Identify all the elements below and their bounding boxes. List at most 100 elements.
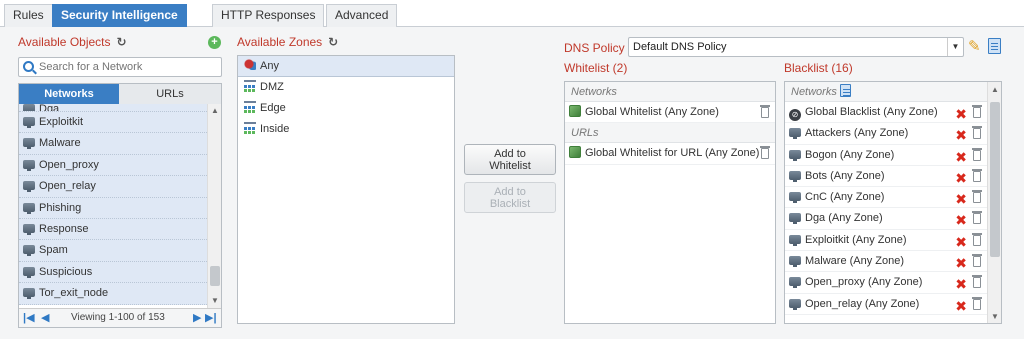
zone-item-inside[interactable]: Inside xyxy=(238,119,454,140)
network-icon xyxy=(23,266,35,278)
edit-pencil-icon[interactable]: ✎ xyxy=(968,37,984,55)
trash-icon[interactable] xyxy=(760,146,770,160)
network-icon xyxy=(789,128,801,140)
scroll-thumb[interactable] xyxy=(210,266,220,286)
refresh-icon[interactable]: ↻ xyxy=(117,35,127,49)
whitelist-urls-section: URLs xyxy=(565,123,775,144)
trash-icon[interactable] xyxy=(972,232,982,246)
zone-item-any[interactable]: Any xyxy=(238,56,454,77)
whitelist-shield-icon xyxy=(569,146,581,159)
whitelist-item[interactable]: Global Whitelist (Any Zone) xyxy=(565,102,775,124)
list-item[interactable]: Open_relay xyxy=(19,176,207,198)
remove-x-icon[interactable]: ✖ xyxy=(955,168,967,186)
blacklist-item[interactable]: Exploitkit (Any Zone) ✖ xyxy=(785,230,1001,252)
list-item[interactable]: Phishing xyxy=(19,197,207,219)
tab-rules[interactable]: Rules xyxy=(4,4,53,27)
view-policy-icon[interactable] xyxy=(988,38,1001,54)
list-item[interactable]: Suspicious xyxy=(19,261,207,284)
blacklist-item[interactable]: Open_relay (Any Zone) ✖ xyxy=(785,294,1001,315)
list-item[interactable]: Response xyxy=(19,218,207,241)
trash-icon[interactable] xyxy=(972,190,982,204)
tab-advanced[interactable]: Advanced xyxy=(326,4,398,27)
pager-text: Viewing 1-100 of 153 xyxy=(71,312,165,323)
trash-icon[interactable] xyxy=(972,105,982,118)
global-blacklist-icon: ⊘ xyxy=(789,109,801,121)
subtab-networks[interactable]: Networks xyxy=(19,84,119,104)
network-icon xyxy=(789,298,801,310)
networks-doc-icon[interactable] xyxy=(839,84,851,97)
list-item-label: Malware xyxy=(39,137,81,150)
first-page-icon[interactable]: |◀ xyxy=(23,311,35,324)
remove-x-icon[interactable]: ✖ xyxy=(955,104,967,122)
list-item[interactable]: Tor_exit_node xyxy=(19,283,207,305)
whitelist-url-item[interactable]: Global Whitelist for URL (Any Zone) xyxy=(565,143,775,165)
trash-icon[interactable] xyxy=(972,296,982,310)
add-to-blacklist-button[interactable]: Add to Blacklist xyxy=(464,182,556,213)
list-item[interactable]: Malware xyxy=(19,133,207,155)
list-item[interactable]: Exploitkit xyxy=(19,112,207,134)
blacklist-item[interactable]: ⊘ Global Blacklist (Any Zone) ✖ xyxy=(785,102,1001,124)
remove-x-icon[interactable]: ✖ xyxy=(955,147,967,165)
refresh-icon[interactable]: ↻ xyxy=(328,35,338,49)
remove-x-icon[interactable]: ✖ xyxy=(955,189,967,207)
scroll-thumb[interactable] xyxy=(990,102,1000,257)
network-search-input[interactable] xyxy=(39,59,219,75)
network-icon xyxy=(23,223,35,235)
subtab-urls[interactable]: URLs xyxy=(119,84,221,104)
blacklist-item-label: Malware (Any Zone) xyxy=(805,255,905,268)
tab-bar: Rules Security Intelligence HTTP Respons… xyxy=(0,0,1024,27)
blacklist-item[interactable]: Bogon (Any Zone) ✖ xyxy=(785,145,1001,166)
trash-icon[interactable] xyxy=(972,168,982,182)
blacklist-item-label: Open_proxy (Any Zone) xyxy=(805,276,923,289)
add-object-icon[interactable]: + xyxy=(208,36,221,49)
trash-icon[interactable] xyxy=(972,147,982,161)
trash-icon[interactable] xyxy=(760,105,770,118)
remove-x-icon[interactable]: ✖ xyxy=(955,125,967,143)
remove-x-icon[interactable]: ✖ xyxy=(955,296,967,314)
dns-policy-select[interactable]: Default DNS Policy ▼ xyxy=(628,37,964,57)
blacklist-item[interactable]: Bots (Any Zone) ✖ xyxy=(785,166,1001,188)
network-search[interactable] xyxy=(18,57,222,77)
chevron-down-icon[interactable]: ▼ xyxy=(947,38,963,56)
available-zones-header: Available Zones ↻ xyxy=(237,35,338,49)
zone-item-edge[interactable]: Edge xyxy=(238,98,454,119)
trash-icon[interactable] xyxy=(972,275,982,289)
blacklist-item[interactable]: Malware (Any Zone) ✖ xyxy=(785,251,1001,273)
scroll-up-icon[interactable]: ▲ xyxy=(211,106,219,115)
list-item[interactable]: Dga xyxy=(19,104,207,112)
list-item[interactable]: Open_proxy xyxy=(19,154,207,177)
zone-item-dmz[interactable]: DMZ xyxy=(238,77,454,98)
scroll-down-icon[interactable]: ▼ xyxy=(211,296,219,305)
last-page-icon[interactable]: ▶| xyxy=(205,311,217,324)
network-icon xyxy=(23,288,35,300)
tab-security-intelligence[interactable]: Security Intelligence xyxy=(52,4,187,27)
scroll-down-icon[interactable]: ▼ xyxy=(991,312,999,321)
next-page-icon[interactable]: ▶ xyxy=(193,311,201,324)
remove-x-icon[interactable]: ✖ xyxy=(955,210,967,228)
blacklist-item[interactable]: Open_proxy (Any Zone) ✖ xyxy=(785,272,1001,294)
zone-icon xyxy=(244,101,256,112)
trash-icon[interactable] xyxy=(972,211,982,225)
blacklist-item[interactable]: Attackers (Any Zone) ✖ xyxy=(785,123,1001,145)
blacklist-item-label: Dga (Any Zone) xyxy=(805,212,883,225)
security-intelligence-panel: Available Objects ↻ + Networks URLs Dga E… xyxy=(0,27,1024,339)
blacklist-scrollbar[interactable]: ▲ ▼ xyxy=(987,82,1001,323)
network-icon xyxy=(789,149,801,161)
trash-icon[interactable] xyxy=(972,126,982,140)
add-to-whitelist-button[interactable]: Add to Whitelist xyxy=(464,144,556,175)
blacklist-item[interactable]: CnC (Any Zone) ✖ xyxy=(785,187,1001,209)
remove-x-icon[interactable]: ✖ xyxy=(955,232,967,250)
tab-http-responses[interactable]: HTTP Responses xyxy=(212,4,325,27)
list-item-label: Exploitkit xyxy=(39,116,84,128)
remove-x-icon[interactable]: ✖ xyxy=(955,274,967,292)
scroll-up-icon[interactable]: ▲ xyxy=(991,85,999,94)
blacklist-networks-section: Networks xyxy=(785,82,1001,102)
list-item-label: Spam xyxy=(39,244,68,257)
objects-scrollbar[interactable]: ▲ ▼ xyxy=(207,104,221,308)
list-item[interactable]: Spam xyxy=(19,240,207,262)
trash-icon[interactable] xyxy=(972,254,982,268)
network-icon xyxy=(23,159,35,171)
remove-x-icon[interactable]: ✖ xyxy=(955,253,967,271)
prev-page-icon[interactable]: ◀ xyxy=(41,311,49,324)
blacklist-item[interactable]: Dga (Any Zone) ✖ xyxy=(785,208,1001,230)
